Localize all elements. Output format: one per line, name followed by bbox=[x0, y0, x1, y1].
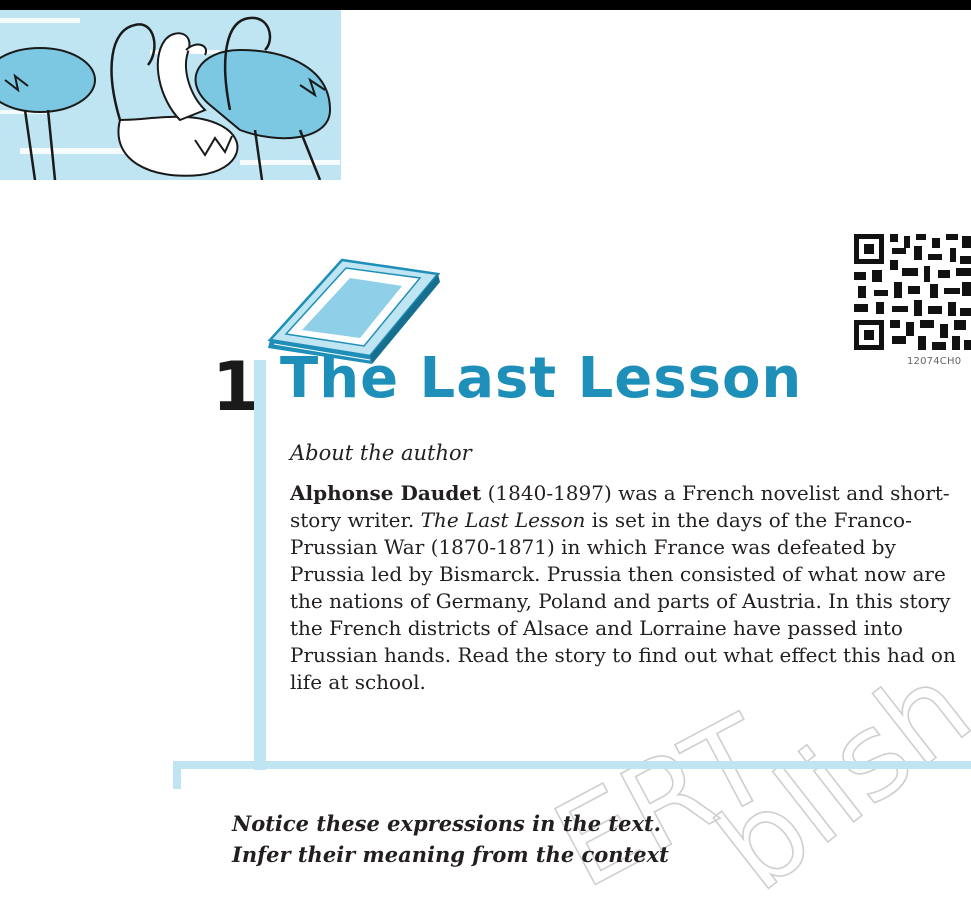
notice-line-1: Notice these expressions in the text. bbox=[232, 811, 661, 836]
story-title: The Last Lesson bbox=[420, 508, 586, 532]
chapter-number: 1 bbox=[212, 348, 260, 427]
chapter-title: The Last Lesson bbox=[280, 346, 803, 411]
author-name: Alphonse Daudet bbox=[290, 481, 482, 505]
notice-side-rule bbox=[173, 761, 181, 789]
watermark-left-text: ERT bbox=[533, 689, 793, 899]
top-black-bar bbox=[0, 0, 971, 10]
notice-line-2: Infer their meaning from the context bbox=[232, 842, 669, 867]
flamingo-illustration bbox=[0, 10, 341, 180]
qr-code-label: 12074CH0 bbox=[907, 356, 962, 367]
about-heading: About the author bbox=[290, 441, 472, 465]
chapter-rule bbox=[254, 360, 266, 770]
about-body: Alphonse Daudet (1840-1897) was a French… bbox=[290, 480, 971, 696]
about-text: is set in the days of the Franco-Prussia… bbox=[290, 508, 956, 694]
notice-top-rule bbox=[173, 761, 971, 769]
qr-code-icon[interactable] bbox=[852, 232, 971, 352]
